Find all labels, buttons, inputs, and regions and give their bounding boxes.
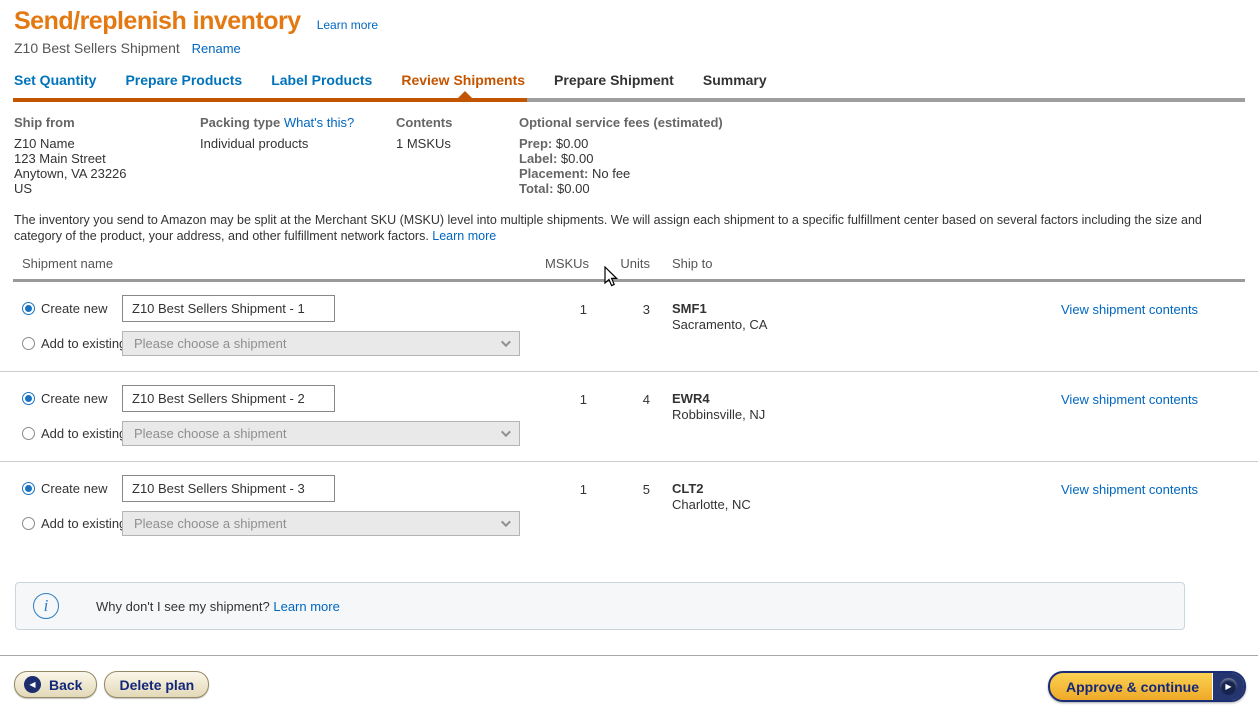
shipment-row-2: Create new Add to existing Please choose… xyxy=(0,372,1258,462)
tab-set-quantity[interactable]: Set Quantity xyxy=(14,72,96,88)
shipment-name-input[interactable] xyxy=(122,295,335,322)
mskus-value: 1 xyxy=(545,295,587,356)
add-to-existing-label: Add to existing xyxy=(41,426,126,441)
page-header: Send/replenish inventory Learn more Z10 … xyxy=(0,0,1258,56)
shipment-name-input[interactable] xyxy=(122,385,335,412)
view-shipment-contents-link[interactable]: View shipment contents xyxy=(1061,482,1198,497)
contents-value: 1 MSKUs xyxy=(396,136,519,151)
whats-this-link[interactable]: What's this? xyxy=(284,115,354,130)
service-fees-heading: Optional service fees (estimated) xyxy=(519,115,723,130)
existing-shipment-select[interactable]: Please choose a shipment xyxy=(122,511,520,536)
add-to-existing-radio[interactable] xyxy=(22,517,35,530)
create-new-label: Create new xyxy=(41,301,107,316)
create-new-label: Create new xyxy=(41,481,107,496)
create-new-radio[interactable] xyxy=(22,302,35,315)
shipment-info-section: Ship from Z10 Name 123 Main Street Anyto… xyxy=(0,102,1258,196)
col-header-ship-to: Ship to xyxy=(650,256,1045,271)
add-to-existing-label: Add to existing xyxy=(41,336,126,351)
fulfillment-center-code: EWR4 xyxy=(672,391,1045,407)
delete-plan-button[interactable]: Delete plan xyxy=(104,671,209,698)
units-value: 4 xyxy=(587,385,650,446)
info-learn-more-link[interactable]: Learn more xyxy=(273,599,339,614)
packing-type-value: Individual products xyxy=(200,136,396,151)
packing-type-block: Packing type What's this? Individual pro… xyxy=(200,115,396,196)
ship-from-city: Anytown, VA 23226 xyxy=(14,166,200,181)
back-arrow-icon: ◀ xyxy=(24,676,41,693)
ship-from-block: Ship from Z10 Name 123 Main Street Anyto… xyxy=(14,115,200,196)
packing-type-heading: Packing type xyxy=(200,115,280,130)
chevron-down-icon xyxy=(501,517,511,527)
col-header-shipment-name: Shipment name xyxy=(14,256,545,271)
back-button[interactable]: ◀ Back xyxy=(14,671,97,698)
create-new-radio[interactable] xyxy=(22,392,35,405)
ship-to-cell: CLT2 Charlotte, NC xyxy=(650,475,1045,536)
fulfillment-center-code: SMF1 xyxy=(672,301,1045,317)
tab-review-shipments[interactable]: Review Shipments xyxy=(401,72,525,88)
progress-bar-complete xyxy=(13,98,527,102)
ship-from-heading: Ship from xyxy=(14,115,200,130)
fulfillment-center-city: Robbinsville, NJ xyxy=(672,407,1045,423)
col-header-mskus: MSKUs xyxy=(545,256,587,271)
fee-prep: Prep: $0.00 xyxy=(519,136,723,151)
contents-block: Contents 1 MSKUs xyxy=(396,115,519,196)
existing-shipment-select[interactable]: Please choose a shipment xyxy=(122,421,520,446)
create-new-label: Create new xyxy=(41,391,107,406)
description-learn-more-link[interactable]: Learn more xyxy=(432,229,496,243)
tab-prepare-products[interactable]: Prepare Products xyxy=(125,72,242,88)
rename-link[interactable]: Rename xyxy=(192,41,241,56)
fulfillment-center-city: Sacramento, CA xyxy=(672,317,1045,333)
ship-from-name: Z10 Name xyxy=(14,136,200,151)
table-header-row: Shipment name MSKUs Units Ship to xyxy=(0,244,1258,279)
view-shipment-contents-link[interactable]: View shipment contents xyxy=(1061,392,1198,407)
tab-label-products[interactable]: Label Products xyxy=(271,72,372,88)
shipment-plan-name: Z10 Best Sellers Shipment xyxy=(14,40,180,56)
page-title: Send/replenish inventory xyxy=(14,7,301,36)
add-to-existing-radio[interactable] xyxy=(22,427,35,440)
tab-prepare-shipment: Prepare Shipment xyxy=(554,72,674,88)
progress-bar-remaining xyxy=(527,98,1245,102)
send-replenish-inventory-page: Send/replenish inventory Learn more Z10 … xyxy=(0,0,1258,725)
view-shipment-contents-link[interactable]: View shipment contents xyxy=(1061,302,1198,317)
shipments-table: Shipment name MSKUs Units Ship to Create… xyxy=(0,244,1258,551)
fee-total: Total: $0.00 xyxy=(519,181,723,196)
shipment-row-3: Create new Add to existing Please choose… xyxy=(0,462,1258,551)
mskus-value: 1 xyxy=(545,385,587,446)
existing-shipment-select[interactable]: Please choose a shipment xyxy=(122,331,520,356)
approve-continue-button[interactable]: Approve & continue ▶ xyxy=(1048,671,1246,702)
title-learn-more-link[interactable]: Learn more xyxy=(317,18,378,32)
info-circle-icon: i xyxy=(33,593,59,619)
progress-bar xyxy=(13,91,1245,102)
shipment-help-info-box: i Why don't I see my shipment? Learn mor… xyxy=(15,582,1185,630)
mskus-value: 1 xyxy=(545,475,587,536)
ship-from-country: US xyxy=(14,181,200,196)
ship-from-street: 123 Main Street xyxy=(14,151,200,166)
chevron-down-icon xyxy=(501,427,511,437)
add-to-existing-radio[interactable] xyxy=(22,337,35,350)
shipment-row-1: Create new Add to existing Please choose… xyxy=(0,282,1258,372)
fulfillment-center-city: Charlotte, NC xyxy=(672,497,1045,513)
fulfillment-center-code: CLT2 xyxy=(672,481,1045,497)
split-explanation-text: The inventory you send to Amazon may be … xyxy=(0,196,1250,244)
units-value: 5 xyxy=(587,475,650,536)
fee-placement: Placement: No fee xyxy=(519,166,723,181)
create-new-radio[interactable] xyxy=(22,482,35,495)
shipment-name-input[interactable] xyxy=(122,475,335,502)
ship-to-cell: SMF1 Sacramento, CA xyxy=(650,295,1045,356)
fee-label: Label: $0.00 xyxy=(519,151,723,166)
footer-actions: ◀ Back Delete plan Approve & continue ▶ xyxy=(0,656,1258,702)
ship-to-cell: EWR4 Robbinsville, NJ xyxy=(650,385,1045,446)
info-question: Why don't I see my shipment? xyxy=(96,599,270,614)
forward-arrow-cap: ▶ xyxy=(1213,673,1244,700)
units-value: 3 xyxy=(587,295,650,356)
workflow-tabs: Set Quantity Prepare Products Label Prod… xyxy=(0,69,1258,102)
col-header-units: Units xyxy=(587,256,650,271)
add-to-existing-label: Add to existing xyxy=(41,516,126,531)
forward-arrow-icon: ▶ xyxy=(1220,678,1237,695)
tab-summary: Summary xyxy=(703,72,767,88)
chevron-down-icon xyxy=(501,337,511,347)
service-fees-block: Optional service fees (estimated) Prep: … xyxy=(519,115,723,196)
contents-heading: Contents xyxy=(396,115,519,130)
